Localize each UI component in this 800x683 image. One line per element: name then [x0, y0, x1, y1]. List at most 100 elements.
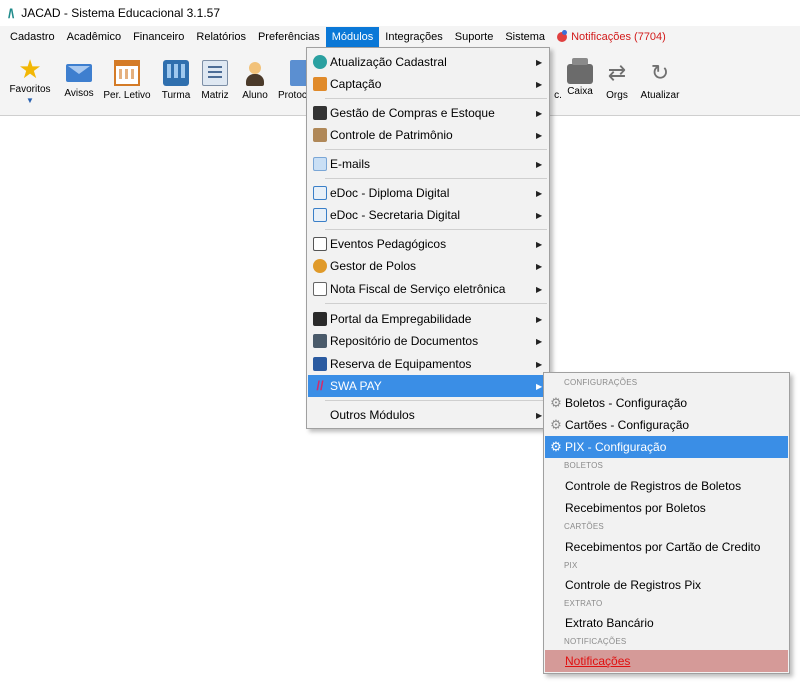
refresh-icon: ↻ [650, 60, 670, 85]
caixa-label: Caixa [567, 86, 593, 97]
section-header-cartoes: CARTÕES [564, 522, 604, 531]
chevron-right-icon: ▶ [536, 130, 543, 140]
menu-item-reserva-equipamentos[interactable]: Reserva de Equipamentos ▶ [308, 353, 548, 375]
submenu-item-controle-registros-pix[interactable]: Controle de Registros Pix [545, 574, 788, 596]
submenu-item-label: Recebimentos por Cartão de Credito [565, 540, 761, 554]
menu-item-portal-empregabilidade[interactable]: Portal da Empregabilidade ▶ [308, 308, 548, 330]
caixa-button[interactable]: Caixa [565, 52, 595, 112]
menu-item-label: Repositório de Documentos [330, 334, 479, 348]
document-icon [313, 208, 327, 222]
menu-separator [325, 303, 547, 304]
menu-item-gestor-polos[interactable]: Gestor de Polos ▶ [308, 255, 548, 277]
submenu-item-pix-configuracao[interactable]: ⚙ PIX - Configuração [545, 436, 788, 458]
menu-separator [325, 400, 547, 401]
menu-item-gestao-compras[interactable]: Gestão de Compras e Estoque ▶ [308, 102, 548, 124]
menu-item-edoc-secretaria[interactable]: eDoc - Secretaria Digital ▶ [308, 204, 548, 226]
menu-integracoes[interactable]: Integrações [379, 27, 448, 47]
menu-item-label: Eventos Pedagógicos [330, 237, 447, 251]
menu-item-repositorio-documentos[interactable]: Repositório de Documentos ▶ [308, 330, 548, 352]
swa-pay-icon: // [316, 378, 324, 393]
submenu-item-recebimentos-boletos[interactable]: Recebimentos por Boletos [545, 497, 788, 519]
menu-relatorios[interactable]: Relatórios [190, 27, 252, 47]
window-title: JACAD - Sistema Educacional 3.1.57 [21, 6, 220, 20]
refresh-globe-icon [313, 55, 327, 69]
menu-item-controle-patrimonio[interactable]: Controle de Patrimônio ▶ [308, 124, 548, 146]
funnel-icon [313, 77, 327, 91]
menu-bar: Cadastro Acadêmico Financeiro Relatórios… [0, 26, 800, 48]
menu-item-swa-pay[interactable]: // SWA PAY ▶ [308, 375, 548, 397]
submenu-item-controle-registros-boletos[interactable]: Controle de Registros de Boletos [545, 475, 788, 497]
matriz-button[interactable]: Matriz [198, 52, 232, 112]
menu-item-captacao[interactable]: Captação ▶ [308, 73, 548, 95]
menu-item-nota-fiscal[interactable]: Nota Fiscal de Serviço eletrônica ▶ [308, 278, 548, 300]
menu-item-label: Reserva de Equipamentos [330, 357, 472, 371]
folder-icon [313, 334, 327, 348]
chevron-right-icon: ▶ [536, 57, 543, 67]
turma-button[interactable]: Turma [159, 52, 193, 112]
menu-item-label: Gestão de Compras e Estoque [330, 106, 495, 120]
chevron-right-icon: ▶ [536, 188, 543, 198]
title-bar: /\ JACAD - Sistema Educacional 3.1.57 [0, 0, 800, 26]
partial-label: c. [554, 90, 562, 101]
section-header-boletos: BOLETOS [564, 461, 604, 470]
orgs-button[interactable]: ⇄ Orgs [602, 52, 632, 112]
cash-register-icon [567, 58, 593, 84]
submenu-item-cartoes-configuracao[interactable]: ⚙ Cartões - Configuração [545, 414, 788, 436]
shopping-icon [313, 106, 327, 120]
section-header-extrato: EXTRATO [564, 599, 603, 608]
turma-label: Turma [161, 90, 191, 101]
menu-item-label: Outros Módulos [330, 408, 415, 422]
menu-sistema[interactable]: Sistema [499, 27, 551, 47]
chevron-right-icon: ▶ [536, 284, 543, 294]
submenu-item-label: PIX - Configuração [565, 440, 667, 454]
menu-item-label: SWA PAY [330, 379, 382, 393]
menu-notificacoes[interactable]: Notificações (7704) [551, 27, 672, 47]
orgs-label: Orgs [606, 90, 628, 101]
menu-separator [325, 229, 547, 230]
classroom-icon [163, 60, 189, 86]
menu-academico[interactable]: Acadêmico [61, 27, 127, 47]
menu-item-label: Controle de Patrimônio [330, 128, 453, 142]
submenu-item-extrato-bancario[interactable]: Extrato Bancário [545, 612, 788, 634]
chevron-down-icon: ▼ [26, 96, 34, 105]
atualizar-button[interactable]: ↻ Atualizar [638, 52, 682, 112]
submenu-item-boletos-configuracao[interactable]: ⚙ Boletos - Configuração [545, 392, 788, 414]
submenu-item-notificacoes[interactable]: Notificações [545, 650, 788, 672]
menu-item-atualizacao-cadastral[interactable]: Atualização Cadastral ▶ [308, 51, 548, 73]
menu-item-edoc-diploma[interactable]: eDoc - Diploma Digital ▶ [308, 182, 548, 204]
submenu-item-recebimentos-cartao[interactable]: Recebimentos por Cartão de Credito [545, 536, 788, 558]
monitor-icon [313, 357, 327, 371]
menu-cadastro[interactable]: Cadastro [4, 27, 61, 47]
toolbar-hidden-button[interactable]: c. [551, 52, 565, 112]
chevron-right-icon: ▶ [536, 359, 543, 369]
menu-item-eventos-pedagogicos[interactable]: Eventos Pedagógicos ▶ [308, 233, 548, 255]
menu-item-label: Captação [330, 77, 382, 91]
menu-item-label: eDoc - Diploma Digital [330, 186, 450, 200]
protocolo-button[interactable]: Protoc [278, 52, 308, 112]
gear-icon: ⚙ [550, 395, 562, 410]
modulos-dropdown: Atualização Cadastral ▶ Captação ▶ Gestã… [306, 47, 550, 429]
menu-item-outros-modulos[interactable]: Outros Módulos ▶ [308, 404, 548, 426]
notificacoes-label: Notificações (7704) [571, 31, 666, 43]
menu-financeiro[interactable]: Financeiro [127, 27, 190, 47]
calendar-icon [114, 60, 140, 86]
invoice-icon [313, 282, 327, 296]
section-header-configuracoes: CONFIGURAÇÕES [564, 378, 638, 387]
aluno-button[interactable]: Aluno [238, 52, 272, 112]
swa-pay-submenu: CONFIGURAÇÕES ⚙ Boletos - Configuração ⚙… [543, 372, 790, 674]
menu-item-label: E-mails [330, 157, 371, 171]
menu-preferencias[interactable]: Preferências [252, 27, 326, 47]
menu-modulos[interactable]: Módulos [325, 27, 380, 47]
matriz-label: Matriz [201, 90, 229, 101]
menu-suporte[interactable]: Suporte [449, 27, 500, 47]
protocolo-label: Protoc [278, 90, 307, 101]
avisos-label: Avisos [64, 88, 94, 99]
avisos-button[interactable]: Avisos [62, 52, 96, 112]
submenu-item-label: Boletos - Configuração [565, 396, 688, 410]
favoritos-button[interactable]: ★ Favoritos ▼ [8, 52, 52, 112]
submenu-item-label: Recebimentos por Boletos [565, 501, 706, 515]
per-letivo-button[interactable]: Per. Letivo [102, 52, 152, 112]
menu-item-emails[interactable]: E-mails ▶ [308, 153, 548, 175]
document-icon [313, 186, 327, 200]
per-letivo-label: Per. Letivo [103, 90, 151, 101]
